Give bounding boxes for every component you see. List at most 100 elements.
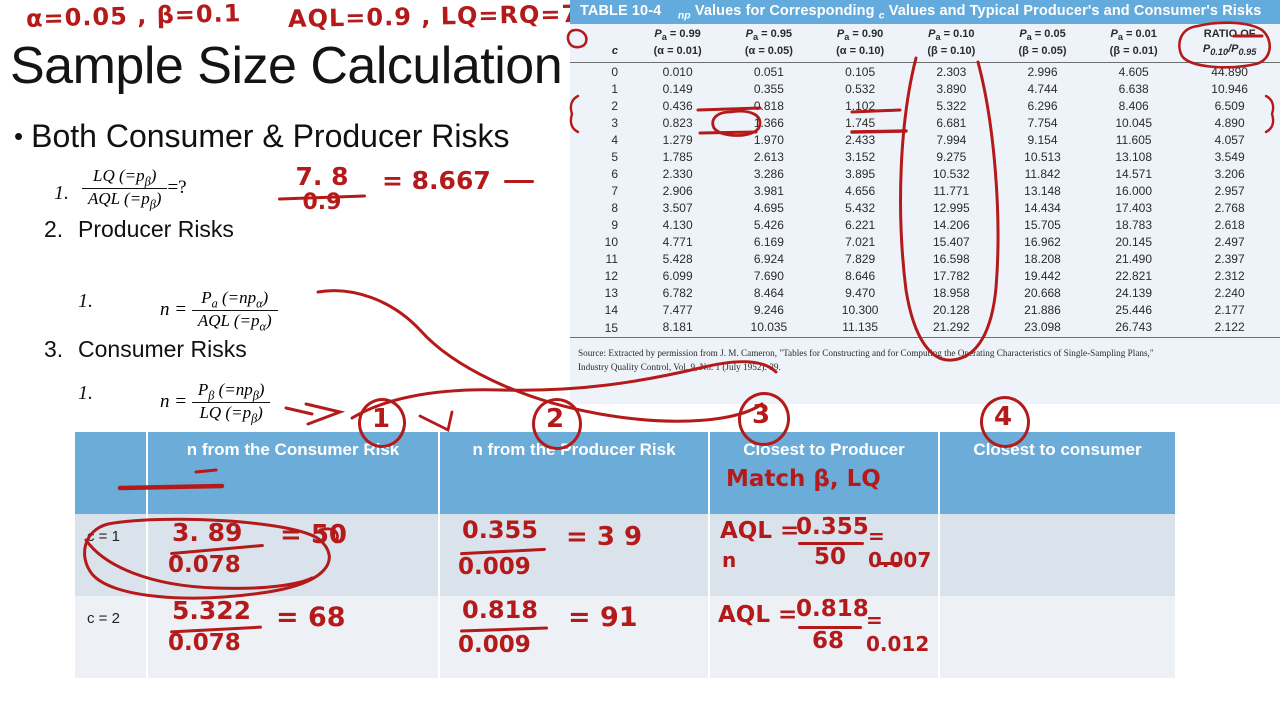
handwritten-dash-1 (504, 180, 534, 183)
fraction-denominator: AQL (=pβ) (82, 188, 168, 212)
bullet-both-risks: • Both Consumer & Producer Risks (14, 118, 510, 155)
list-item-consumer-risks: Consumer Risks (78, 336, 247, 362)
results-table-body: c = 1 3. 89 0.078 = 50 0.355 0.009 = 3 9… (75, 514, 1175, 678)
column-header-1: Pa = 0.95 (α = 0.05) (744, 28, 793, 57)
handwritten-ratio-fraction: 7. 8 0.9 (276, 164, 368, 214)
cell-value: 7.754 (1027, 115, 1058, 130)
cell-value: 20.668 (1024, 285, 1061, 300)
cell-value: 2.613 (753, 149, 784, 164)
cell-value: 4.656 (845, 183, 876, 198)
cell-value: 0.010 (632, 62, 724, 81)
cell-value: 2.122 (1214, 319, 1245, 334)
cell-value: 14.434 (1024, 200, 1061, 215)
cell-value: 8.646 (845, 268, 876, 283)
table-caption-np: np (677, 10, 691, 22)
cell-value: 18.208 (1024, 251, 1061, 266)
cell-consumer-n-c2: 5.322 0.078 = 68 (147, 596, 440, 678)
row-label-c2: c = 2 (75, 596, 148, 678)
table-row: 13 6.782 8.464 9.470 18.958 20.668 24.139 2.240 (570, 284, 1280, 301)
cell-c-index: 0 (570, 62, 632, 81)
cell-closest-producer-c1: AQL = 0.355 50 = 0.007 n (709, 514, 940, 596)
cell-value: 20.145 (1115, 234, 1153, 249)
table-source-note: Source: Extracted by permission from J. … (570, 343, 1280, 375)
cell-value: 16.000 (1115, 183, 1153, 198)
cell-value: 4.057 (1214, 132, 1245, 147)
cell-value: 6.924 (753, 251, 784, 266)
handwritten-numerator: 5.322 (172, 596, 252, 625)
cell-value: 4.890 (1214, 115, 1245, 130)
handwritten-ratio-result: = 8.667 (382, 166, 491, 195)
cell-value: 2.303 (905, 62, 997, 81)
cell-value: 6.638 (1118, 81, 1149, 96)
cell-value: 24.139 (1115, 285, 1153, 300)
handwritten-result: = 50 (280, 520, 348, 550)
cell-c-index: 10 (604, 234, 618, 249)
page-title: Sample Size Calculation (10, 37, 563, 95)
cell-value: 3.286 (753, 166, 784, 181)
cell-value: 1.279 (662, 132, 693, 147)
circle-marker-1: 1 (372, 404, 391, 434)
table-row: 10 4.771 6.169 7.021 15.407 16.962 20.145 2.497 (570, 233, 1280, 250)
cell-value: 3.507 (662, 200, 693, 215)
cell-value: 0.436 (662, 98, 693, 113)
cell-value: 11.771 (933, 183, 970, 198)
table-10-4: TABLE 10-4 np Values for Corresponding c… (570, 0, 1280, 404)
cell-value: 1.970 (753, 132, 784, 147)
cell-value: 4.744 (1027, 81, 1058, 96)
cell-value: 7.994 (936, 132, 967, 147)
handwritten-ratio-denominator: 0.9 (302, 190, 342, 215)
bullet-dot: • (14, 121, 24, 151)
cell-value: 11.605 (1115, 132, 1152, 147)
cell-value: 2.240 (1214, 285, 1245, 300)
cell-value: 14.206 (932, 217, 970, 232)
cell-value: 21.886 (1024, 302, 1061, 317)
table-row: 3 0.823 1.366 1.745 6.681 7.754 10.045 4.890 (570, 114, 1280, 131)
handwritten-denominator: 0.078 (168, 552, 241, 578)
cell-value: 0.355 (753, 81, 784, 96)
results-header-closest-consumer: Closest to consumer (939, 432, 1175, 514)
cell-value: 16.598 (932, 251, 970, 266)
cell-value: 3.152 (845, 149, 876, 164)
source-line-2: Industry Quality Control, Vol. 9, No. 1 … (578, 361, 781, 372)
cell-value: 13.148 (1024, 183, 1061, 198)
cell-value: 0.818 (753, 98, 784, 113)
cell-value: 21.292 (932, 319, 970, 334)
handwritten-denominator: 50 (814, 544, 847, 570)
results-table: n from the Consumer Risk n from the Prod… (75, 432, 1175, 678)
cell-closest-producer-c2: AQL = 0.818 68 = 0.012 (709, 596, 940, 678)
table-row: 9 4.130 5.426 6.221 14.206 15.705 18.783 2.618 (570, 216, 1280, 233)
fraction-lq-aql: LQ (=pβ) AQL (=pβ) (82, 166, 168, 212)
fraction-pa-aql: Pa (=npα) AQL (=pα) (191, 288, 278, 334)
fraction-pb-lq: Pβ (=npβ) LQ (=pβ) (191, 380, 271, 426)
table-row: 15 8.181 10.035 11.135 21.292 23.098 26.743 2.1… (570, 318, 1280, 337)
cell-value: 3.890 (936, 81, 967, 96)
column-header-c: c (611, 44, 618, 57)
cell-c-index: 1 (611, 81, 618, 96)
list-number-2-1: 1. (78, 290, 93, 312)
list-item-producer-risks: Producer Risks (78, 216, 234, 242)
cell-value: 5.428 (662, 251, 693, 266)
table-caption-c: c (878, 10, 885, 22)
cell-value: 1.102 (845, 98, 876, 113)
cell-value: 6.169 (753, 234, 784, 249)
cell-value: 13.108 (1115, 149, 1153, 164)
results-header-corner (75, 432, 148, 514)
cell-c-index: 5 (611, 149, 618, 164)
fraction-denominator: AQL (=pα) (191, 310, 278, 334)
table-caption-mid1: Values for Corresponding (694, 3, 875, 19)
table-row: 11 5.428 6.924 7.829 16.598 18.208 21.490 2.397 (570, 250, 1280, 267)
cell-value: 15.705 (1024, 217, 1061, 232)
cell-producer-n-c2: 0.818 0.009 = 91 (439, 596, 710, 678)
column-header-ratio: RATIO OF P0.10/P0.95 (1202, 28, 1257, 58)
column-header-2: Pa = 0.90 (α = 0.10) (836, 28, 885, 57)
cell-value: 3.895 (845, 166, 876, 181)
np-values-table: c Pa = 0.99 (α = 0.01) Pa = 0.95 (α = 0.05… (570, 24, 1280, 343)
fraction-denominator: LQ (=pβ) (191, 402, 271, 426)
cell-value: 8.181 (662, 319, 693, 334)
cell-value: 26.743 (1115, 319, 1153, 334)
table-row: 2 0.436 0.818 1.102 5.322 6.296 8.406 6.509 (570, 97, 1280, 114)
cell-value: 7.690 (753, 268, 784, 283)
row-label-c1: c = 1 (75, 514, 148, 596)
handwritten-n-note: n (722, 548, 737, 572)
list-number-3: 3. (44, 336, 64, 362)
